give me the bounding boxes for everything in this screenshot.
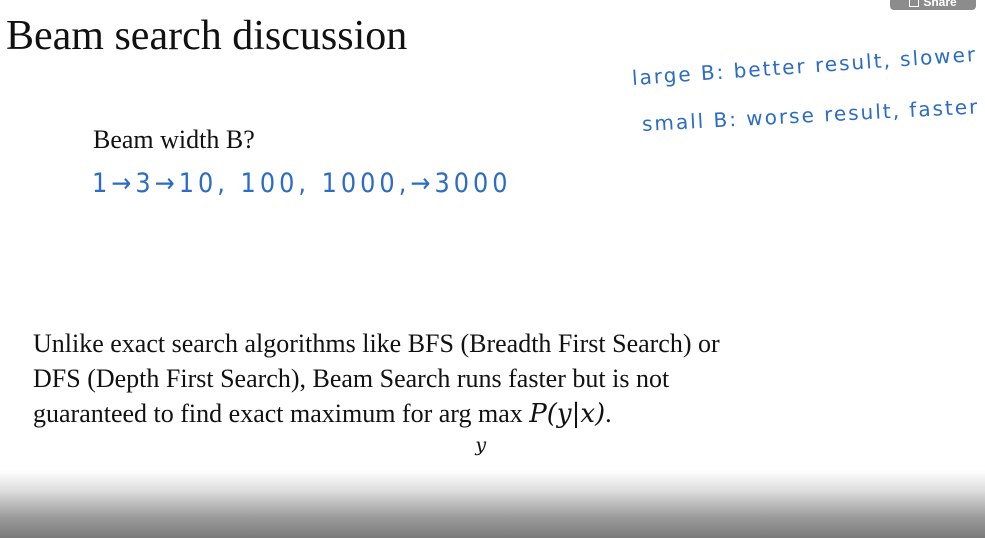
body-line-1: Unlike exact search algorithms like BFS … xyxy=(33,329,720,358)
body-paragraph: Unlike exact search algorithms like BFS … xyxy=(33,326,963,456)
handwritten-large-b-note: large B: better result, slower xyxy=(631,41,978,90)
slide-title: Beam search discussion xyxy=(6,13,408,59)
argmax-label: arg max xyxy=(438,399,523,428)
body-end-period: . xyxy=(605,399,612,428)
share-button-label: Share xyxy=(923,0,957,9)
body-line-3: guaranteed to find exact maximum for arg… xyxy=(33,396,963,456)
argmax-subscript: y xyxy=(475,434,487,456)
argmax-operator: arg max y xyxy=(438,396,523,456)
share-button[interactable]: Share xyxy=(890,0,976,10)
video-controls-gradient xyxy=(0,470,985,538)
share-icon xyxy=(909,0,920,7)
slide: Beam search discussion Beam width B? 1→3… xyxy=(0,0,985,538)
body-line-3-text: guaranteed to find exact maximum for xyxy=(33,399,433,428)
probability-expression: P(y|x) xyxy=(529,399,606,429)
handwritten-beam-width-values: 1→3→10, 100, 1000,→3000 xyxy=(92,168,512,199)
body-line-2: DFS (Depth First Search), Beam Search ru… xyxy=(33,364,670,393)
handwritten-small-b-note: small B: worse result, faster xyxy=(641,94,980,136)
beam-width-question: Beam width B? xyxy=(93,125,255,154)
